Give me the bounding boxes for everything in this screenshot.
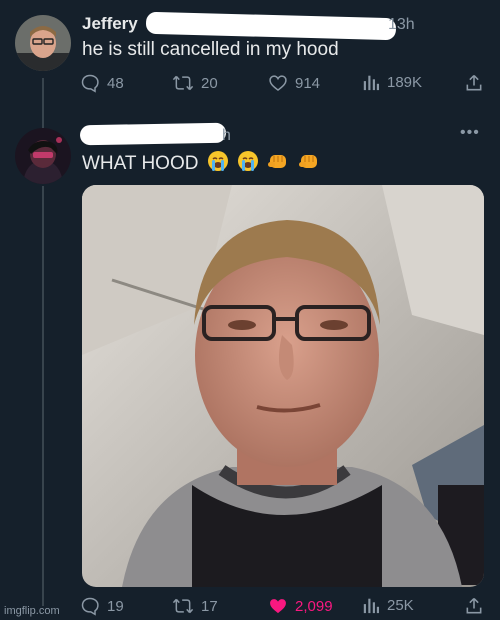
retweet-count: 20	[201, 74, 218, 92]
like-button[interactable]: 2,099	[268, 596, 333, 616]
share-icon	[466, 597, 482, 614]
watermark: imgflip.com	[4, 605, 60, 617]
views-icon	[363, 598, 380, 614]
heart-filled-icon	[270, 599, 286, 614]
redaction-mark	[145, 11, 397, 41]
share-button[interactable]	[464, 596, 484, 616]
reply-count: 48	[107, 74, 124, 92]
retweet-count: 17	[201, 597, 218, 615]
like-count: 914	[295, 74, 321, 92]
retweet-icon	[172, 598, 194, 614]
timestamp[interactable]: 13h	[388, 16, 415, 34]
tweet-actions: 48 20 914 189K	[80, 73, 486, 97]
reply-button[interactable]: 19	[80, 596, 124, 616]
avatar-photo	[15, 128, 71, 184]
reply-button[interactable]: 48	[80, 73, 124, 93]
share-icon	[466, 74, 482, 91]
author-name[interactable]: Jeffery	[82, 14, 138, 34]
view-count: 25K	[387, 596, 414, 614]
reply-icon	[81, 74, 99, 93]
redaction-mark	[79, 122, 227, 146]
retweet-icon	[172, 75, 194, 91]
loudly-crying-face-icon	[238, 151, 259, 171]
photo-content	[82, 185, 484, 587]
like-count: 2,099	[295, 597, 333, 615]
avatar[interactable]	[15, 128, 71, 184]
retweet-button[interactable]: 17	[172, 596, 218, 616]
thread-line	[42, 78, 44, 128]
avatar[interactable]	[15, 15, 71, 71]
retweet-button[interactable]: 20	[172, 73, 218, 93]
reply-icon	[81, 597, 99, 616]
views-icon	[363, 75, 380, 91]
share-button[interactable]	[464, 73, 484, 93]
tweet-media-photo[interactable]	[82, 185, 484, 587]
tweet-text: he is still cancelled in my hood	[82, 39, 339, 60]
timestamp[interactable]: h	[222, 127, 231, 145]
views-button[interactable]: 189K	[362, 73, 422, 91]
views-button[interactable]: 25K	[362, 596, 414, 614]
avatar-photo	[15, 15, 71, 71]
tweet-text: WHAT HOOD	[82, 150, 320, 175]
tweet-actions: 19 17 2,099 25K	[80, 596, 486, 620]
heart-icon	[269, 75, 287, 92]
tweet-text-content: WHAT HOOD	[82, 153, 199, 174]
view-count: 189K	[387, 73, 423, 91]
loudly-crying-face-icon	[207, 151, 228, 171]
more-options-button[interactable]: •••	[460, 124, 480, 142]
reply-count: 19	[107, 597, 124, 615]
oncoming-fist-icon	[268, 155, 287, 168]
like-button[interactable]: 914	[268, 73, 320, 93]
oncoming-fist-icon	[298, 155, 317, 168]
thread-line-lower	[42, 186, 44, 606]
